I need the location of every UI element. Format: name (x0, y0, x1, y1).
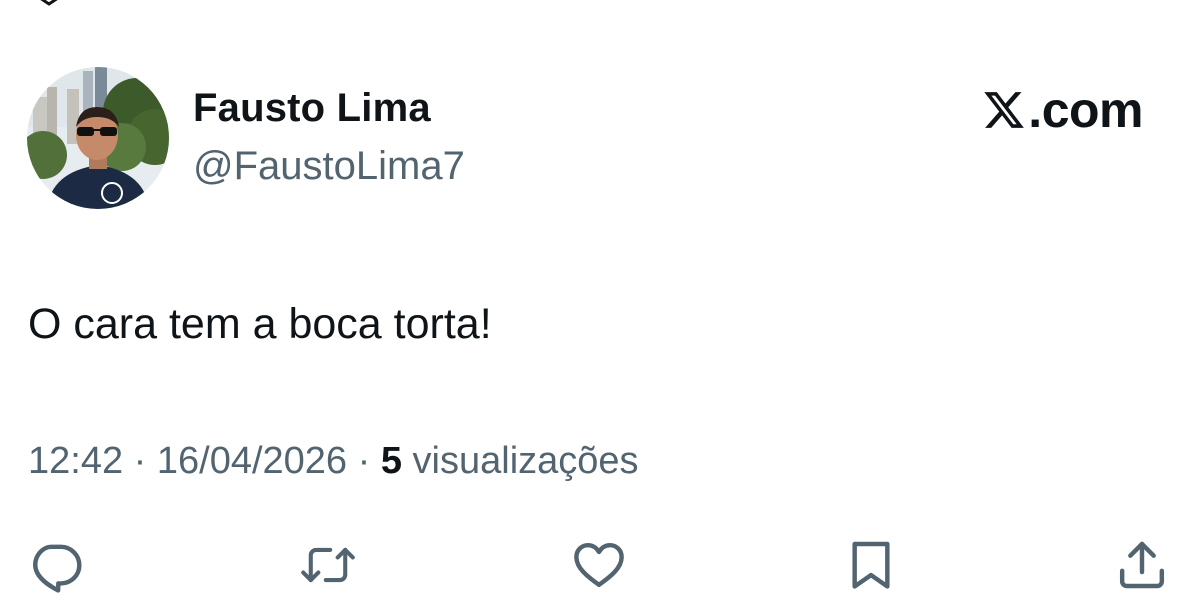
brand-text: .com (1028, 82, 1143, 138)
bookmark-button[interactable] (843, 537, 899, 593)
meta-separator: · (357, 440, 371, 482)
tweet-meta: 12:42 · 16/04/2026 · 5 visualizações (28, 440, 639, 483)
brand-logo: .com (982, 82, 1143, 138)
avatar[interactable] (27, 67, 169, 209)
author-handle[interactable]: @FaustoLima7 (193, 144, 465, 189)
tweet-text: O cara tem a boca torta! (28, 300, 492, 348)
reply-button[interactable] (28, 537, 84, 593)
author-display-name[interactable]: Fausto Lima (193, 86, 431, 131)
heart-icon (574, 542, 624, 588)
share-button[interactable] (1114, 537, 1170, 593)
views-count: 5 (380, 440, 402, 482)
like-button[interactable] (571, 537, 627, 593)
share-icon (1119, 541, 1165, 589)
reply-icon (33, 544, 82, 593)
bookmark-icon (852, 541, 890, 589)
retweet-button[interactable] (300, 537, 356, 593)
avatar-photo (27, 67, 169, 209)
views-label: visualizações (412, 440, 639, 482)
meta-separator: · (133, 440, 147, 482)
tweet-date[interactable]: 16/04/2026 (157, 440, 347, 482)
retweet-icon (301, 547, 355, 583)
x-logo-icon (984, 92, 1025, 128)
chevron-fragment-icon (40, 0, 58, 6)
tweet-time[interactable]: 12:42 (28, 440, 123, 482)
